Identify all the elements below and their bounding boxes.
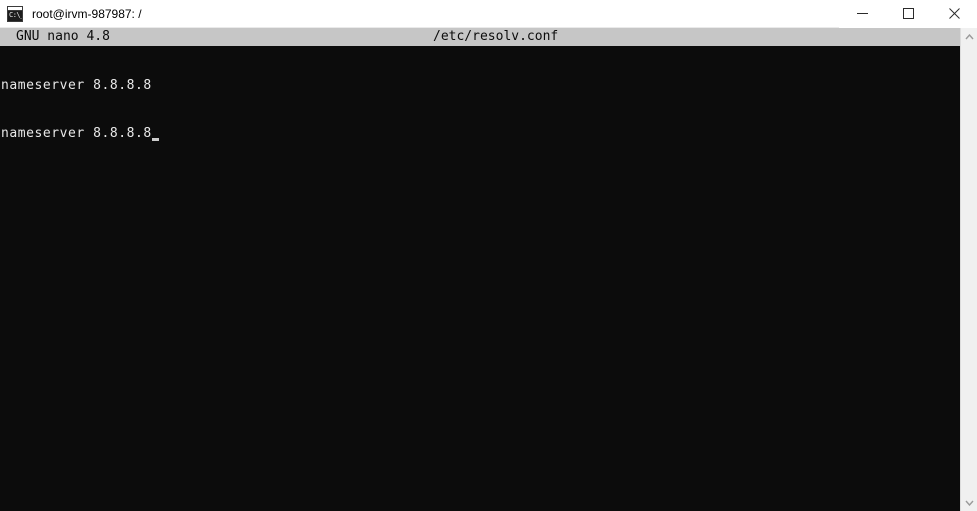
shortcut-column: M-U Undo M-E Redo	[719, 479, 797, 511]
chevron-up-icon	[964, 33, 974, 39]
shortcut-column: ^C Cur Pos ^_ Go To Line	[599, 479, 708, 511]
close-icon	[948, 8, 960, 19]
code-line-text: nameserver 8.8.8.8	[1, 78, 152, 93]
terminal-window: C:\_ root@irvm-987987: / GNU nano 4.8 /e…	[0, 0, 977, 511]
titlebar-left-group: C:\_ root@irvm-987987: /	[0, 5, 839, 22]
code-line[interactable]: nameserver 8.8.8.8	[0, 126, 977, 142]
code-line[interactable]: nameserver 8.8.8.8	[0, 78, 977, 94]
vertical-scrollbar[interactable]	[960, 28, 977, 511]
scroll-up-arrow-icon[interactable]	[961, 28, 977, 45]
chevron-down-icon	[964, 500, 974, 506]
nano-text-area[interactable]: nameserver 8.8.8.8 nameserver 8.8.8.8	[0, 46, 977, 479]
nano-shortcut-bar: ^G Get Help ^X Exit ^O Write Out ^R	[0, 479, 977, 511]
window-title: root@irvm-987987: /	[32, 6, 142, 21]
close-button[interactable]	[931, 0, 977, 28]
scrollbar-track[interactable]	[961, 45, 977, 494]
shortcut-column: ^J Justify ^T To Spell	[479, 479, 571, 511]
scroll-down-arrow-icon[interactable]	[961, 494, 977, 511]
window-titlebar[interactable]: C:\_ root@irvm-987987: /	[0, 0, 977, 28]
nano-filename-label: /etc/resolv.conf	[433, 29, 559, 44]
nano-header-bar: GNU nano 4.8 /etc/resolv.conf	[0, 28, 977, 46]
nano-version-label: GNU nano 4.8	[16, 29, 110, 44]
minimize-icon	[856, 13, 868, 14]
window-controls	[839, 0, 977, 28]
maximize-icon	[902, 8, 914, 19]
minimize-button[interactable]	[839, 0, 885, 28]
shortcut-column: M-A Mark Text M-6 Copy Text	[839, 479, 948, 511]
maximize-button[interactable]	[885, 0, 931, 28]
shortcut-column: ^K Cut Text ^U Paste Text	[359, 479, 468, 511]
command-prompt-icon: C:\_	[7, 5, 23, 22]
command-prompt-icon-screen: C:\_	[8, 10, 23, 21]
nano-editor[interactable]: GNU nano 4.8 /etc/resolv.conf nameserver…	[0, 28, 977, 511]
text-cursor	[151, 138, 159, 141]
shortcut-column: ^O Write Out ^R Read File	[120, 479, 220, 511]
shortcut-column: ^W Where Is ^\ Replace	[239, 479, 331, 511]
terminal-viewport[interactable]: GNU nano 4.8 /etc/resolv.conf nameserver…	[0, 28, 977, 511]
shortcut-column: ^G Get Help ^X Exit	[0, 479, 92, 511]
code-line-text: nameserver 8.8.8.8	[1, 126, 152, 141]
